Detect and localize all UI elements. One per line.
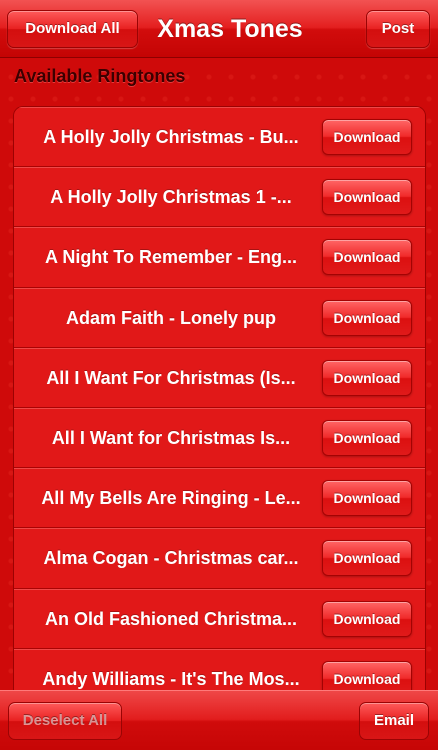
list-item[interactable]: Alma Cogan - Christmas car... Download (14, 528, 425, 589)
ringtone-list[interactable]: A Holly Jolly Christmas - Bu... Download… (14, 107, 425, 692)
list-item[interactable]: All I Want for Christmas Is... Download (14, 407, 425, 469)
download-button[interactable]: Download (322, 239, 412, 276)
list-item[interactable]: Adam Faith - Lonely pup Download (14, 287, 425, 348)
list-item[interactable]: An Old Fashioned Christma... Download (14, 588, 425, 649)
list-item[interactable]: All My Bells Are Ringing - Le... Downloa… (14, 468, 425, 529)
download-all-button[interactable]: Download All (7, 10, 138, 48)
email-button[interactable]: Email (359, 702, 429, 740)
list-item[interactable]: A Night To Remember - Eng... Download (14, 227, 425, 288)
ringtone-title: All I Want For Christmas (Is... (46, 367, 296, 388)
list-item[interactable]: Andy Williams - It's The Mos... Download (14, 648, 425, 692)
download-button[interactable]: Download (322, 299, 412, 336)
download-button[interactable]: Download (322, 179, 412, 216)
page-title: Xmas Tones (157, 15, 303, 43)
ringtone-title: All My Bells Are Ringing - Le... (41, 488, 301, 509)
deselect-all-button[interactable]: Deselect All (8, 702, 122, 740)
ringtone-title: Alma Cogan - Christmas car... (43, 548, 299, 569)
ringtone-title: All I Want for Christmas Is... (51, 427, 291, 448)
download-button[interactable]: Download (322, 540, 412, 577)
ringtone-title: A Holly Jolly Christmas 1 -... (50, 187, 292, 208)
bottom-toolbar: Deselect All Email (0, 690, 438, 750)
ringtone-title: A Holly Jolly Christmas - Bu... (43, 127, 299, 147)
ringtone-title: Andy Williams - It's The Mos... (42, 668, 300, 689)
section-header: Available Ringtones (14, 66, 186, 86)
download-button[interactable]: Download (322, 359, 412, 396)
download-button[interactable]: Download (322, 600, 412, 637)
download-button[interactable]: Download (322, 119, 412, 155)
ringtone-title: An Old Fashioned Christma... (44, 608, 298, 629)
list-item[interactable]: A Holly Jolly Christmas - Bu... Download (14, 107, 425, 168)
ringtone-title: A Night To Remember - Eng... (44, 247, 297, 268)
list-item[interactable]: All I Want For Christmas (Is... Download (14, 347, 425, 408)
download-button[interactable]: Download (322, 480, 412, 517)
download-button[interactable]: Download (322, 660, 412, 692)
list-item[interactable]: A Holly Jolly Christmas 1 -... Download (14, 167, 425, 228)
navigation-bar: Download All Xmas Tones Post (0, 0, 438, 58)
download-button[interactable]: Download (322, 419, 412, 456)
post-button[interactable]: Post (366, 10, 430, 48)
ringtone-title: Adam Faith - Lonely pup (66, 307, 276, 328)
